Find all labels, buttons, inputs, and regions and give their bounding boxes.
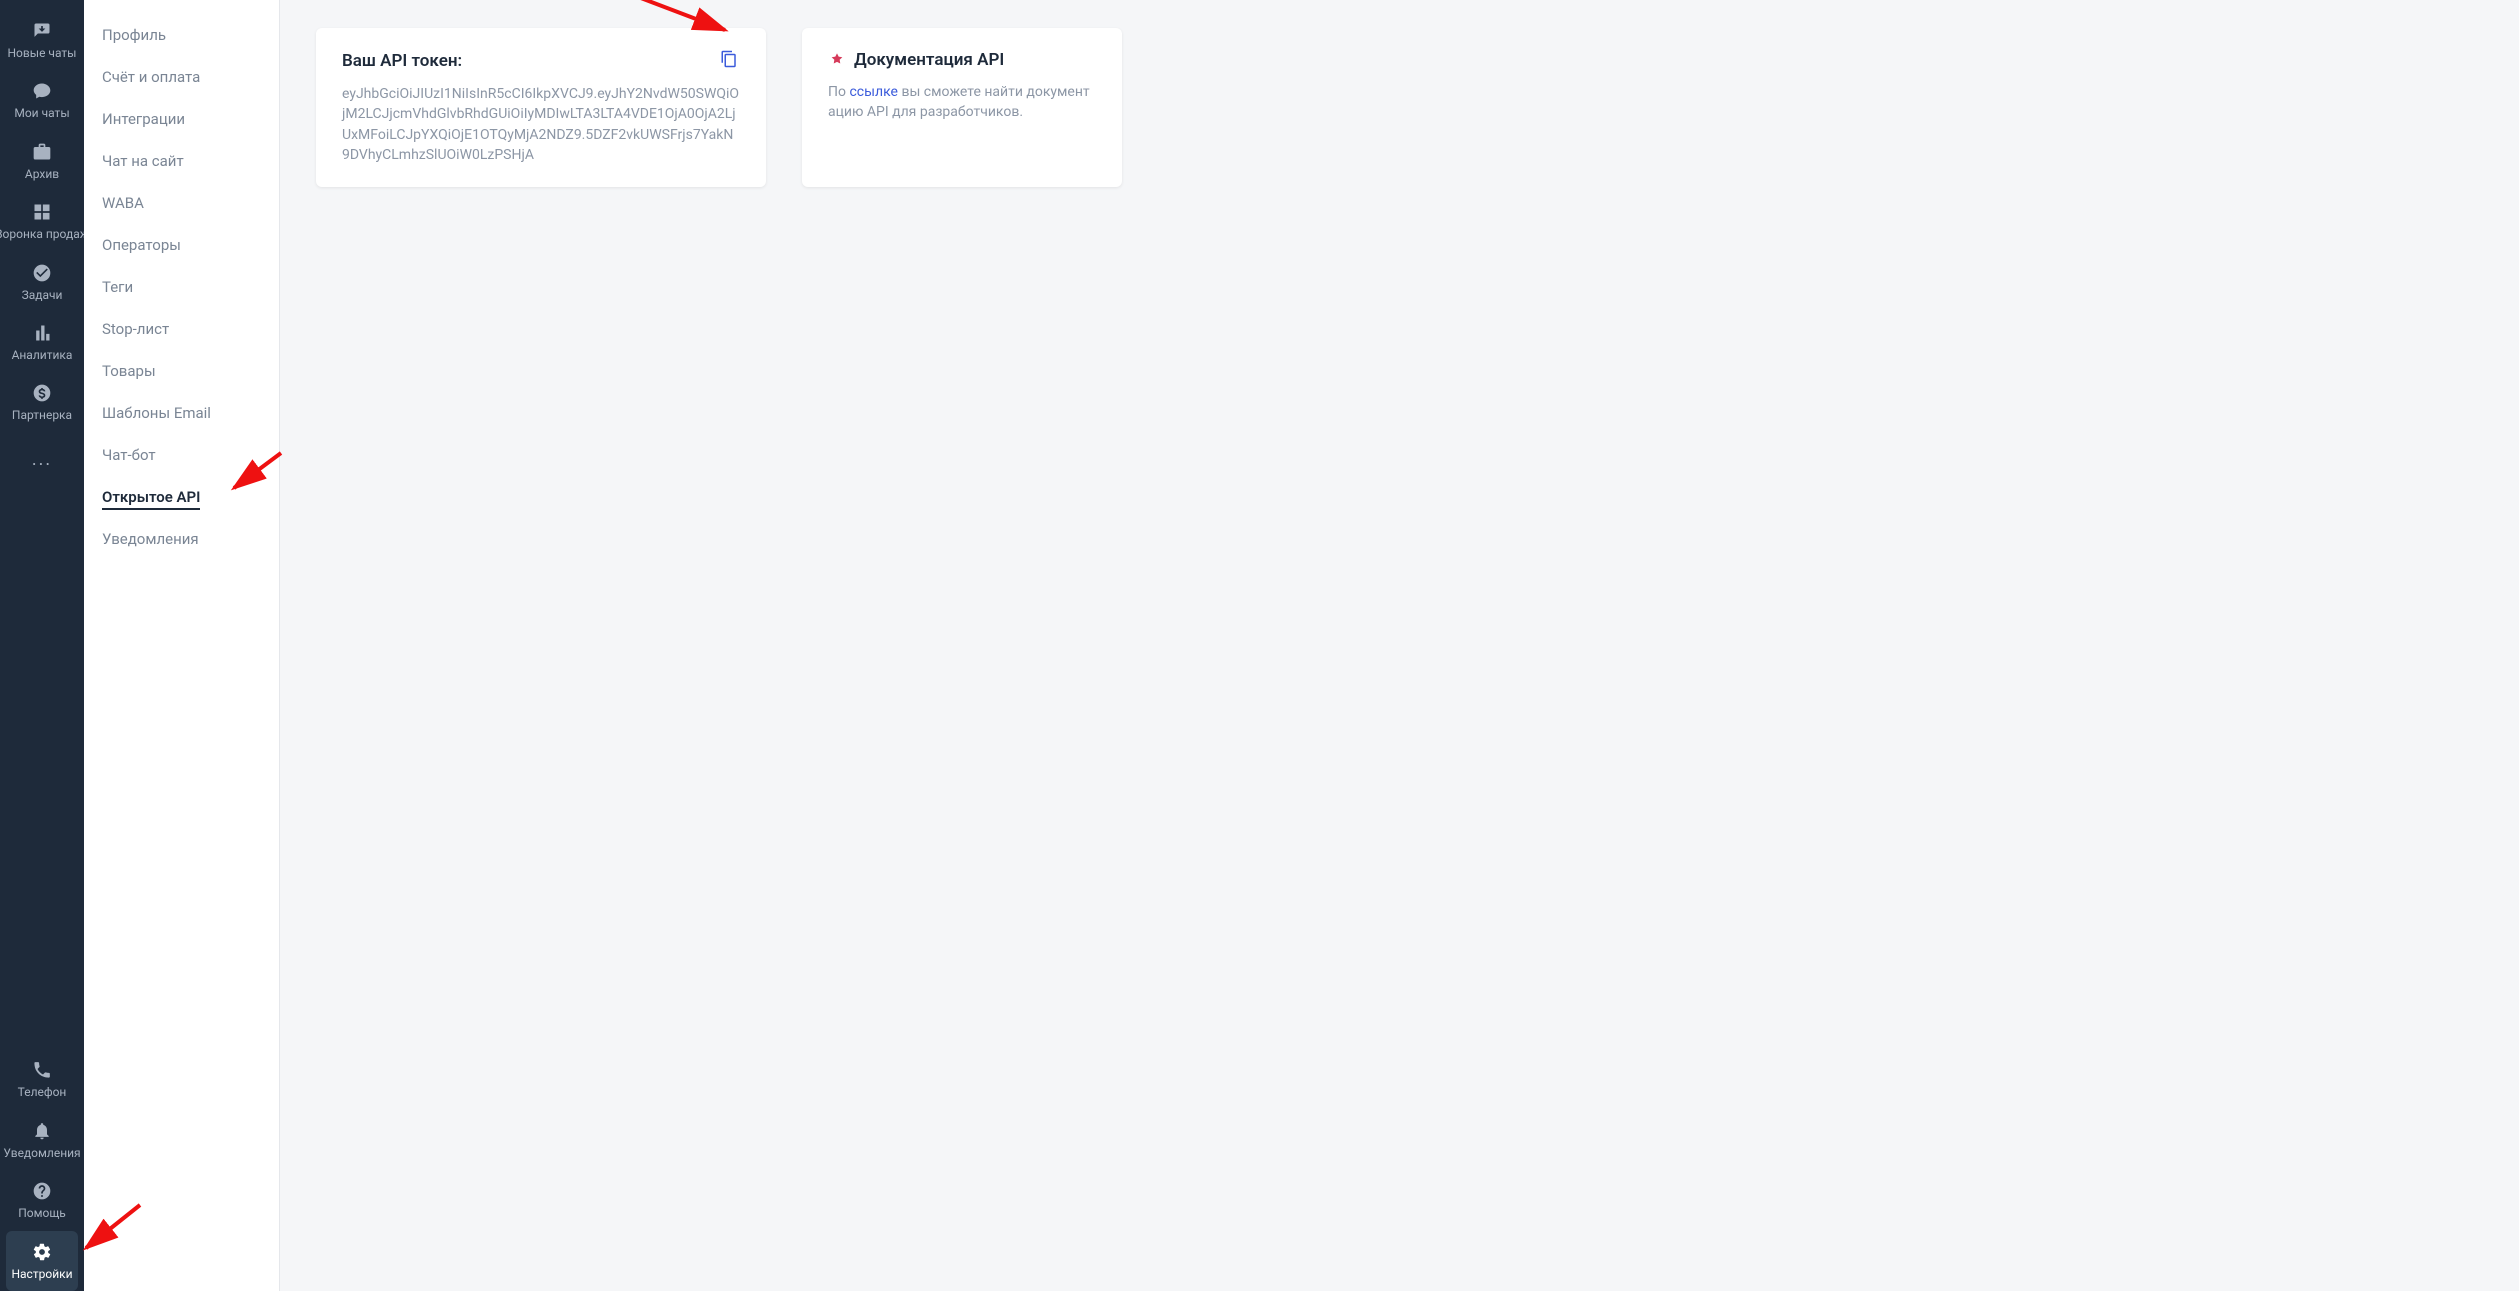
inbox-icon: [31, 20, 53, 42]
subnav-item-products[interactable]: Товары: [84, 350, 279, 392]
dollar-icon: [31, 382, 53, 404]
subnav-item-profile[interactable]: Профиль: [84, 14, 279, 56]
sidebar-label: Задачи: [22, 288, 63, 302]
subnav-item-notifications[interactable]: Уведомления: [84, 518, 279, 560]
check-icon: [31, 262, 53, 284]
primary-sidebar: Новые чаты Мои чаты Архив Воронка продаж…: [0, 0, 84, 1291]
sidebar-item-new-chats[interactable]: Новые чаты: [0, 10, 84, 70]
sidebar-label: Архив: [25, 167, 59, 181]
sidebar-item-partner[interactable]: Партнерка: [0, 372, 84, 432]
main-content: Ваш API токен: eyJhbGciOiJIUzI1NiIsInR5c…: [280, 0, 2519, 1291]
sidebar-item-settings[interactable]: Настройки: [6, 1231, 78, 1291]
subnav-item-operators[interactable]: Операторы: [84, 224, 279, 266]
bell-icon: [31, 1120, 53, 1142]
sidebar-item-funnel[interactable]: Воронка продаж: [0, 191, 84, 251]
copy-icon: [720, 50, 738, 72]
sidebar-item-help[interactable]: Помощь: [0, 1170, 84, 1230]
bars-icon: [31, 322, 53, 344]
question-icon: [31, 1180, 53, 1202]
subnav-item-tags[interactable]: Теги: [84, 266, 279, 308]
subnav-item-chatbot[interactable]: Чат-бот: [84, 434, 279, 476]
subnav-item-integrations[interactable]: Интеграции: [84, 98, 279, 140]
subnav-item-open-api[interactable]: Открытое API: [84, 476, 279, 518]
sidebar-label: Уведомления: [3, 1146, 80, 1160]
copy-token-button[interactable]: [718, 50, 740, 72]
api-docs-title: Документация API: [854, 50, 1004, 70]
api-token-value: eyJhbGciOiJIUzI1NiIsInR5cCI6IkpXVCJ9.eyJ…: [342, 84, 740, 165]
settings-subnav: Профиль Счёт и оплата Интеграции Чат на …: [84, 0, 280, 1291]
sidebar-item-tasks[interactable]: Задачи: [0, 252, 84, 312]
sidebar-item-archive[interactable]: Архив: [0, 131, 84, 191]
sidebar-item-notifications[interactable]: Уведомления: [0, 1110, 84, 1170]
api-token-title: Ваш API токен:: [342, 51, 462, 71]
sidebar-item-my-chats[interactable]: Мои чаты: [0, 70, 84, 130]
sidebar-label: Партнерка: [12, 408, 72, 422]
subnav-item-waba[interactable]: WABA: [84, 182, 279, 224]
sidebar-label: Новые чаты: [8, 46, 77, 60]
sidebar-label: Телефон: [18, 1085, 67, 1099]
sidebar-item-analytics[interactable]: Аналитика: [0, 312, 84, 372]
sidebar-label: Воронка продаж: [0, 227, 89, 241]
briefcase-icon: [31, 141, 53, 163]
grid-icon: [31, 201, 53, 223]
sidebar-item-phone[interactable]: Телефон: [0, 1049, 84, 1109]
api-docs-link[interactable]: ссылке: [849, 84, 898, 100]
api-docs-text: По ссылке вы сможете найти документацию …: [828, 82, 1096, 123]
subnav-item-site-chat[interactable]: Чат на сайт: [84, 140, 279, 182]
sidebar-label: Настройки: [11, 1267, 72, 1281]
sidebar-more[interactable]: ...: [0, 433, 84, 486]
subnav-item-email-templates[interactable]: Шаблоны Email: [84, 392, 279, 434]
api-docs-card: Документация API По ссылке вы сможете на…: [802, 28, 1122, 187]
api-icon: [828, 51, 846, 69]
subnav-item-billing[interactable]: Счёт и оплата: [84, 56, 279, 98]
api-token-card: Ваш API токен: eyJhbGciOiJIUzI1NiIsInR5c…: [316, 28, 766, 187]
subnav-item-stoplist[interactable]: Stop-лист: [84, 308, 279, 350]
gear-icon: [31, 1241, 53, 1263]
chat-icon: [31, 80, 53, 102]
phone-icon: [31, 1059, 53, 1081]
sidebar-label: Аналитика: [12, 348, 73, 362]
sidebar-label: Помощь: [18, 1206, 66, 1220]
sidebar-label: Мои чаты: [14, 106, 69, 120]
